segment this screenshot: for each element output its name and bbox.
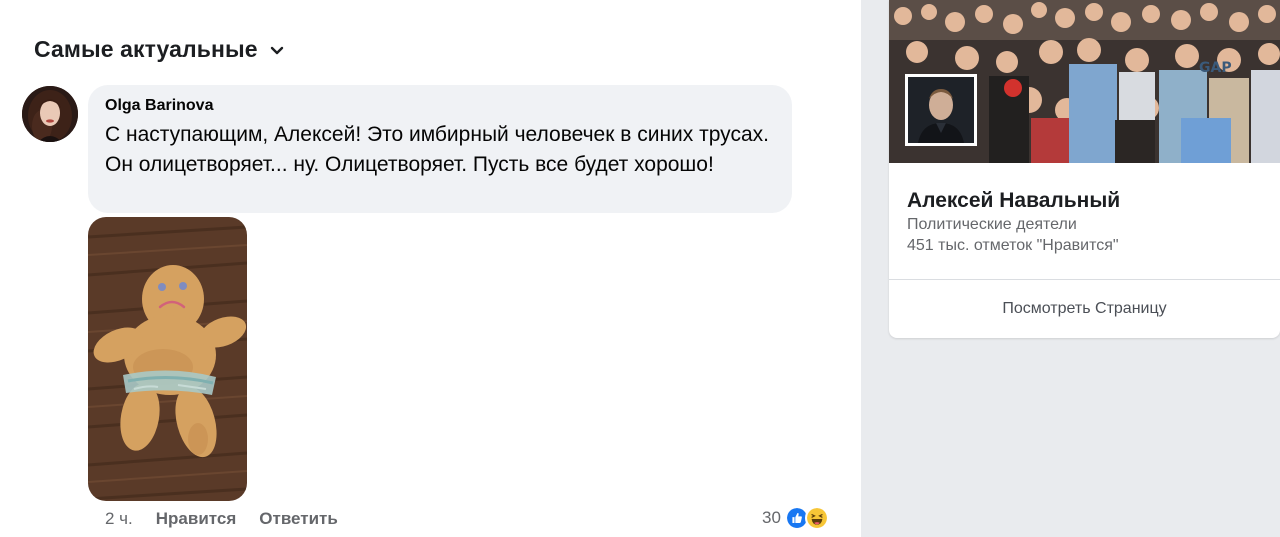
- comment-actions: 2 ч. Нравится Ответить: [105, 509, 338, 529]
- page-category: Политические деятели: [907, 216, 1077, 233]
- comment-timestamp[interactable]: 2 ч.: [105, 509, 133, 529]
- reaction-count: 30: [762, 508, 781, 527]
- comment-sort-label: Самые актуальные: [34, 36, 258, 62]
- comment-author[interactable]: Olga Barinova: [105, 97, 213, 115]
- page-likes-count: 451 тыс. отметок "Нравится": [907, 237, 1119, 254]
- comment-attachment-photo[interactable]: [88, 217, 247, 501]
- comment-bubble: Olga Barinova С наступающим, Алексей! Эт…: [88, 85, 792, 213]
- profile-portrait: [908, 77, 974, 143]
- facebook-post-page: Самые актуальные Olga Barinova С наступа…: [0, 0, 1280, 537]
- reaction-summary[interactable]: 30: [762, 506, 829, 530]
- haha-icon: [804, 506, 829, 530]
- avatar-photo: [22, 86, 78, 142]
- view-page-button[interactable]: Посмотреть Страницу: [889, 280, 1280, 338]
- comment-sort-dropdown[interactable]: Самые актуальные: [34, 36, 284, 63]
- like-comment-button[interactable]: Нравится: [156, 509, 237, 529]
- reply-comment-button[interactable]: Ответить: [259, 509, 338, 529]
- right-sidebar: GAP Алексей Навальный Политические деяте…: [861, 0, 1280, 537]
- svg-text:GAP: GAP: [1199, 60, 1232, 76]
- comment-text: С наступающим, Алексей! Это имбирный чел…: [105, 123, 769, 176]
- gingerbread-man-image: [88, 217, 247, 501]
- page-preview-card: GAP Алексей Навальный Политические деяте…: [889, 0, 1280, 338]
- chevron-down-icon: [270, 46, 283, 54]
- commenter-avatar[interactable]: [22, 86, 78, 142]
- page-profile-picture[interactable]: [905, 74, 977, 146]
- page-name[interactable]: Алексей Навальный: [907, 189, 1120, 213]
- comments-section: Самые актуальные Olga Barinova С наступа…: [0, 0, 860, 537]
